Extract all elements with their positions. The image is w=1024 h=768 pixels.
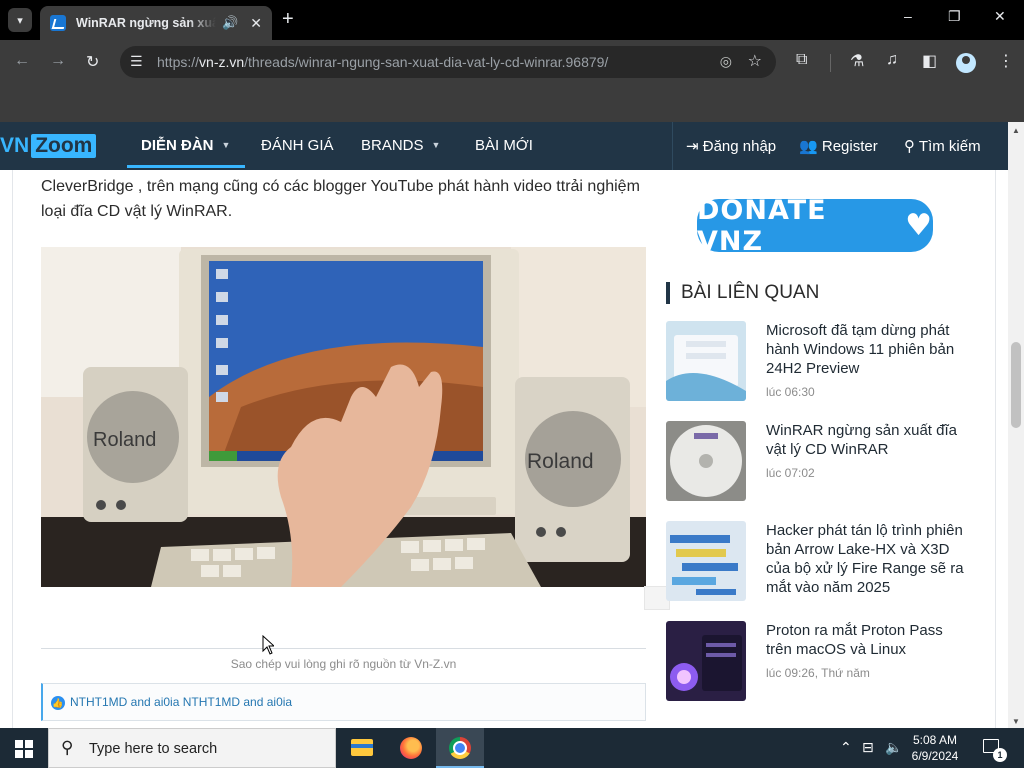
tab-title: WinRAR ngừng sản xuất đĩa vật lý CD WinR… — [76, 16, 217, 30]
chevron-down-icon[interactable]: ▼ — [432, 140, 441, 150]
network-icon[interactable]: ⊟ — [862, 739, 874, 756]
scroll-down-icon[interactable]: ▼ — [1012, 717, 1020, 726]
related-title[interactable]: WinRAR ngừng sản xuất đĩa vật lý CD WinR… — [766, 421, 966, 459]
back-icon[interactable]: ← — [14, 52, 30, 70]
speaker-icon[interactable]: 🔊 — [222, 15, 238, 31]
related-title[interactable]: Proton ra mắt Proton Pass trên macOS và … — [766, 621, 966, 659]
side-panel-icon[interactable]: ◧ — [922, 51, 937, 71]
search-icon: ⚲ — [61, 738, 74, 757]
nav-active-indicator — [127, 165, 245, 168]
firefox-button[interactable] — [387, 728, 435, 768]
toolbar-divider — [830, 54, 831, 72]
tab-close-icon[interactable]: ✕ — [250, 15, 262, 32]
donate-button[interactable]: DONATE VNZ ♥ — [697, 195, 933, 257]
login-icon: ⇥ — [686, 138, 699, 155]
windows-start-icon[interactable] — [15, 740, 33, 758]
article-image[interactable]: Roland Roland — [41, 247, 646, 587]
svg-text:Roland: Roland — [93, 429, 156, 451]
like-icon: 👍 — [51, 696, 65, 710]
related-heading: BÀI LIÊN QUAN — [666, 282, 819, 304]
forward-icon[interactable]: → — [50, 52, 66, 70]
scroll-up-icon[interactable]: ▲ — [1012, 126, 1020, 135]
firefox-icon — [400, 737, 422, 759]
svg-text:Roland: Roland — [527, 450, 594, 473]
folder-icon — [351, 739, 373, 756]
heart-icon: ♥ — [905, 208, 933, 243]
media-controls-icon[interactable]: ♫ — [886, 51, 898, 69]
minimize-button[interactable]: – — [904, 8, 912, 24]
search-link[interactable]: ⚲ Tìm kiếm — [904, 137, 981, 155]
related-thumbnail[interactable] — [666, 321, 746, 401]
favicon-icon — [50, 15, 66, 31]
reload-icon[interactable]: ↻ — [86, 52, 99, 72]
reactions-bar[interactable]: 👍 NTHT1MD and ai0ia NTHT1MD and ai0ia — [41, 683, 646, 721]
mouse-cursor-icon — [262, 635, 274, 655]
nav-brands[interactable]: BRANDS ▼ — [361, 137, 440, 154]
chrome-icon — [449, 737, 471, 759]
chevron-down-icon[interactable]: ▼ — [222, 140, 231, 150]
extensions-icon[interactable]: ⧉ — [796, 51, 807, 69]
site-info-icon[interactable]: ☰ — [130, 53, 143, 70]
related-time: lúc 09:26, Thứ năm — [766, 666, 870, 680]
nav-divider — [672, 122, 673, 170]
nav-new-posts[interactable]: BÀI MỚI — [475, 137, 533, 154]
divider — [41, 648, 646, 649]
tray-chevron-up-icon[interactable]: ⌃ — [840, 739, 852, 756]
related-time: lúc 07:02 — [766, 466, 815, 480]
related-thumbnail[interactable] — [666, 421, 746, 501]
scrollbar-thumb[interactable] — [1011, 342, 1021, 428]
clock-time: 5:08 AM — [912, 733, 958, 747]
site-logo[interactable]: VN Zoom — [0, 134, 97, 158]
article-paragraph: CleverBridge , trên mạng cũng có các blo… — [41, 178, 640, 220]
chrome-button[interactable] — [436, 728, 484, 768]
nav-review[interactable]: ĐÁNH GIÁ — [261, 137, 334, 154]
bookmarks-bar — [0, 84, 1024, 122]
login-link[interactable]: ⇥ Đăng nhập — [686, 137, 776, 155]
taskbar: ⚲ Type here to search ⌃ ⊟ 🔈 5:08 AM 6/9/… — [0, 728, 1024, 768]
search-placeholder: Type here to search — [89, 741, 218, 757]
page-scrollbar[interactable]: ▲ ▼ — [1008, 122, 1024, 728]
clock-date: 6/9/2024 — [911, 749, 959, 763]
clock[interactable]: 5:08 AM 6/9/2024 — [900, 732, 970, 764]
related-time: lúc 06:30 — [766, 385, 815, 399]
file-explorer-button[interactable] — [338, 728, 386, 768]
eye-off-icon[interactable]: ◎ — [720, 53, 732, 70]
menu-kebab-icon[interactable]: ⋮ — [998, 51, 1014, 71]
close-window-button[interactable]: ✕ — [994, 8, 1006, 25]
users-icon: 👥 — [799, 138, 818, 155]
site-nav: VN Zoom DIỄN ĐÀN ▼ ĐÁNH GIÁ BRANDS ▼ BÀI MỚ… — [0, 122, 1008, 170]
address-bar[interactable]: ☰ https://vn-z.vn/threads/winrar-ngung-s… — [120, 46, 776, 78]
browser-toolbar: ← → ↻ ☰ https://vn-z.vn/threads/winrar-n… — [0, 40, 1024, 84]
labs-flask-icon[interactable]: ⚗ — [850, 51, 864, 71]
related-thumbnail[interactable] — [666, 621, 746, 701]
related-title[interactable]: Microsoft đã tạm dừng phát hành Windows … — [766, 321, 966, 378]
new-tab-button[interactable]: + — [282, 8, 294, 31]
tab-search-dropdown-icon[interactable]: ▾ — [8, 8, 32, 32]
restore-button[interactable]: ❐ — [948, 8, 961, 25]
register-link[interactable]: 👥 Register — [799, 137, 878, 155]
related-thumbnail[interactable] — [666, 521, 746, 601]
related-title[interactable]: Hacker phát tán lộ trình phiên bản Arrow… — [766, 521, 966, 597]
reactions-text[interactable]: NTHT1MD and ai0ia NTHT1MD and ai0ia — [70, 695, 292, 709]
profile-avatar-icon[interactable] — [956, 53, 976, 73]
taskbar-search-input[interactable]: ⚲ Type here to search — [48, 728, 336, 768]
search-icon: ⚲ — [904, 138, 915, 155]
bookmark-star-icon[interactable]: ☆ — [748, 51, 762, 71]
copy-note: Sao chép vui lòng ghi rõ nguồn từ Vn-Z.v… — [230, 657, 457, 671]
nav-forum[interactable]: DIỄN ĐÀN ▼ — [141, 137, 230, 154]
notification-count-badge: 1 — [993, 748, 1007, 762]
tab-active[interactable]: WinRAR ngừng sản xuất đĩa vật lý CD WinR… — [40, 6, 272, 40]
url-text[interactable]: https://vn-z.vn/threads/winrar-ngung-san… — [157, 54, 608, 70]
tab-strip: ▾ WinRAR ngừng sản xuất đĩa vật lý CD Wi… — [0, 0, 1024, 40]
